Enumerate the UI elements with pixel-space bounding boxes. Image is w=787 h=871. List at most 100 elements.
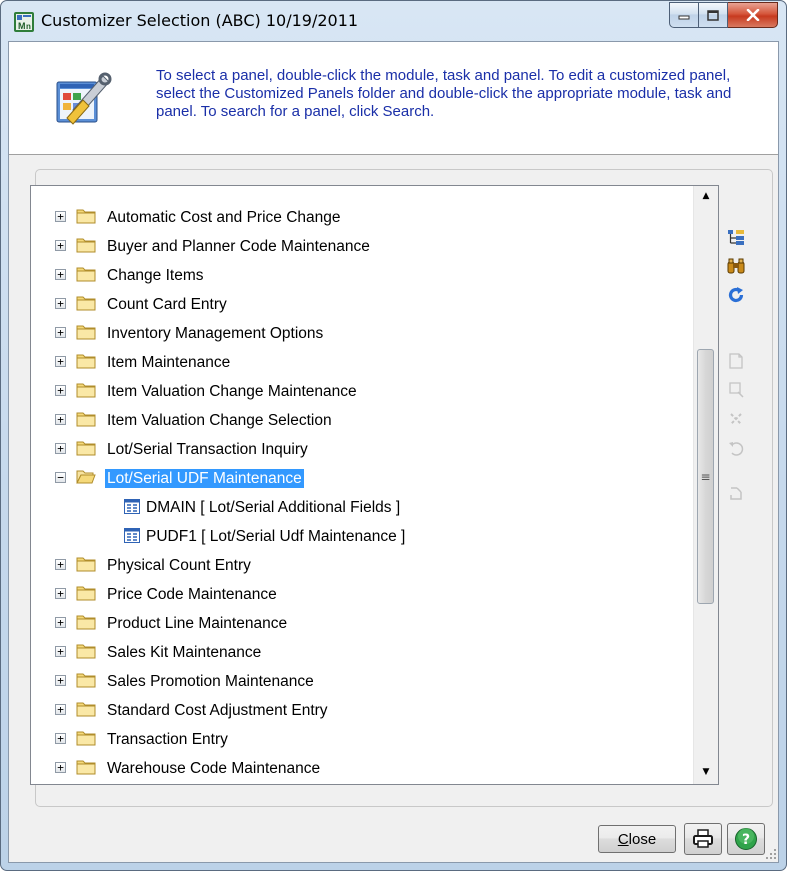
- tree-item[interactable]: + Sales Promotion Maintenance: [31, 667, 695, 696]
- folder-icon: [76, 296, 96, 311]
- folder-icon: [76, 441, 96, 456]
- tree-item-label: Warehouse Code Maintenance: [107, 760, 321, 777]
- tree-item[interactable]: + Lot/Serial Transaction Inquiry: [31, 435, 695, 464]
- minimize-button[interactable]: [669, 2, 699, 28]
- delete-panel-button[interactable]: [724, 407, 748, 431]
- tree-item-label: Lot/Serial Transaction Inquiry: [107, 441, 308, 458]
- folder-icon: [76, 209, 96, 224]
- client-area: To select a panel, double-click the modu…: [8, 41, 779, 863]
- expand-toggle[interactable]: −: [55, 472, 66, 483]
- help-button[interactable]: ?: [727, 823, 765, 855]
- tree-item-label: Standard Cost Adjustment Entry: [107, 702, 328, 719]
- tree-item[interactable]: + Inventory Management Options: [31, 319, 695, 348]
- copy-icon: [730, 487, 742, 500]
- tree-item[interactable]: + Product Line Maintenance: [31, 609, 695, 638]
- tree-item[interactable]: + Item Maintenance: [31, 348, 695, 377]
- expand-toggle[interactable]: +: [55, 762, 66, 773]
- close-button[interactable]: Close: [598, 825, 676, 853]
- expand-toggle[interactable]: +: [55, 443, 66, 454]
- folder-icon: [76, 325, 96, 340]
- tree-item-label: Product Line Maintenance: [107, 615, 288, 632]
- expand-toggle[interactable]: +: [55, 298, 66, 309]
- resize-grip-icon[interactable]: [765, 848, 777, 860]
- folder-icon: [76, 644, 96, 659]
- tree-item-label: Buyer and Planner Code Maintenance: [107, 238, 370, 255]
- edit-panel-button[interactable]: [724, 378, 748, 402]
- expand-toggle[interactable]: +: [55, 704, 66, 715]
- maximize-button[interactable]: [699, 2, 728, 28]
- print-button[interactable]: [684, 823, 722, 855]
- tree-item[interactable]: + Price Code Maintenance: [31, 580, 695, 609]
- tree-item-label: Sales Kit Maintenance: [107, 644, 262, 661]
- expand-toggle[interactable]: +: [55, 327, 66, 338]
- window-controls: [669, 2, 778, 28]
- panel-icon: [124, 528, 140, 543]
- expand-toggle[interactable]: +: [55, 588, 66, 599]
- search-button[interactable]: [724, 254, 748, 278]
- minimize-icon: [678, 15, 690, 20]
- expand-toggle[interactable]: +: [55, 675, 66, 686]
- window-close-button[interactable]: [728, 2, 778, 28]
- folder-icon: [76, 238, 96, 253]
- new-panel-button[interactable]: [724, 349, 748, 373]
- window-title: Customizer Selection (ABC) 10/19/2011: [41, 11, 359, 30]
- panel-label: DMAIN [ Lot/Serial Additional Fields ]: [146, 499, 401, 516]
- help-icon: ?: [735, 828, 757, 850]
- scroll-thumb[interactable]: ≡: [697, 349, 714, 604]
- printer-icon: [693, 829, 713, 848]
- scroll-down-button[interactable]: ▼: [694, 762, 718, 782]
- folder-icon: [76, 557, 96, 572]
- expand-toggle[interactable]: +: [55, 414, 66, 425]
- svg-text:M: M: [18, 21, 26, 31]
- folder-icon: [76, 731, 96, 746]
- tree-panel-item[interactable]: DMAIN [ Lot/Serial Additional Fields ]: [31, 493, 695, 522]
- expand-toggle[interactable]: +: [55, 733, 66, 744]
- refresh-button[interactable]: [724, 283, 748, 307]
- delete-x-icon: [730, 413, 742, 425]
- tree-item-label: Change Items: [107, 267, 204, 284]
- tree-item[interactable]: + Physical Count Entry: [31, 551, 695, 580]
- expand-toggle[interactable]: +: [55, 385, 66, 396]
- scroll-up-button[interactable]: ▲: [694, 186, 718, 206]
- panel-icon: [124, 499, 140, 514]
- tree-item-label: Item Maintenance: [107, 354, 231, 371]
- svg-text:?: ?: [742, 832, 750, 848]
- tree-item[interactable]: + Item Valuation Change Selection: [31, 406, 695, 435]
- tree-item[interactable]: + Item Valuation Change Maintenance: [31, 377, 695, 406]
- expand-toggle[interactable]: +: [55, 211, 66, 222]
- refresh-icon: [728, 287, 744, 303]
- title-bar[interactable]: M n Customizer Selection (ABC) 10/19/201…: [1, 1, 786, 41]
- copy-panel-button[interactable]: [724, 482, 748, 506]
- folder-icon: [76, 615, 96, 630]
- tree-item[interactable]: + Transaction Entry: [31, 725, 695, 754]
- expand-toggle[interactable]: +: [55, 356, 66, 367]
- tree-panel-item[interactable]: PUDF1 [ Lot/Serial Udf Maintenance ]: [31, 522, 695, 551]
- tree-view-button[interactable]: [724, 225, 748, 249]
- close-label: lose: [628, 830, 657, 848]
- panel-label: PUDF1 [ Lot/Serial Udf Maintenance ]: [146, 528, 406, 545]
- folder-icon: [76, 383, 96, 398]
- folder-icon: [76, 586, 96, 601]
- tree-item[interactable]: +Warranty Code Maintenance: [31, 783, 695, 784]
- tree-item[interactable]: + Buyer and Planner Code Maintenance: [31, 232, 695, 261]
- tree-item-label: Transaction Entry: [107, 731, 228, 748]
- tree-item[interactable]: − Lot/Serial UDF Maintenance: [31, 464, 695, 493]
- tree-item[interactable]: + Count Card Entry: [31, 290, 695, 319]
- tree-item[interactable]: + Sales Kit Maintenance: [31, 638, 695, 667]
- tree-item[interactable]: + Warehouse Code Maintenance: [31, 754, 695, 783]
- undo-icon: [729, 442, 744, 456]
- expand-toggle[interactable]: +: [55, 617, 66, 628]
- tree-item[interactable]: + Standard Cost Adjustment Entry: [31, 696, 695, 725]
- tree-item-label: Automatic Cost and Price Change: [107, 209, 341, 226]
- folder-icon: [76, 673, 96, 688]
- expand-toggle[interactable]: +: [55, 269, 66, 280]
- tree-item[interactable]: + Automatic Cost and Price Change: [31, 203, 695, 232]
- expand-toggle[interactable]: +: [55, 646, 66, 657]
- tree-vertical-scrollbar[interactable]: ▲ ≡ ▼: [693, 186, 718, 784]
- folder-icon: [76, 702, 96, 717]
- undo-button[interactable]: [724, 436, 748, 460]
- expand-toggle[interactable]: +: [55, 240, 66, 251]
- tree-item[interactable]: + Change Items: [31, 261, 695, 290]
- module-tree-view[interactable]: + Automatic Cost and Price Change + Buyer a…: [30, 185, 719, 785]
- expand-toggle[interactable]: +: [55, 559, 66, 570]
